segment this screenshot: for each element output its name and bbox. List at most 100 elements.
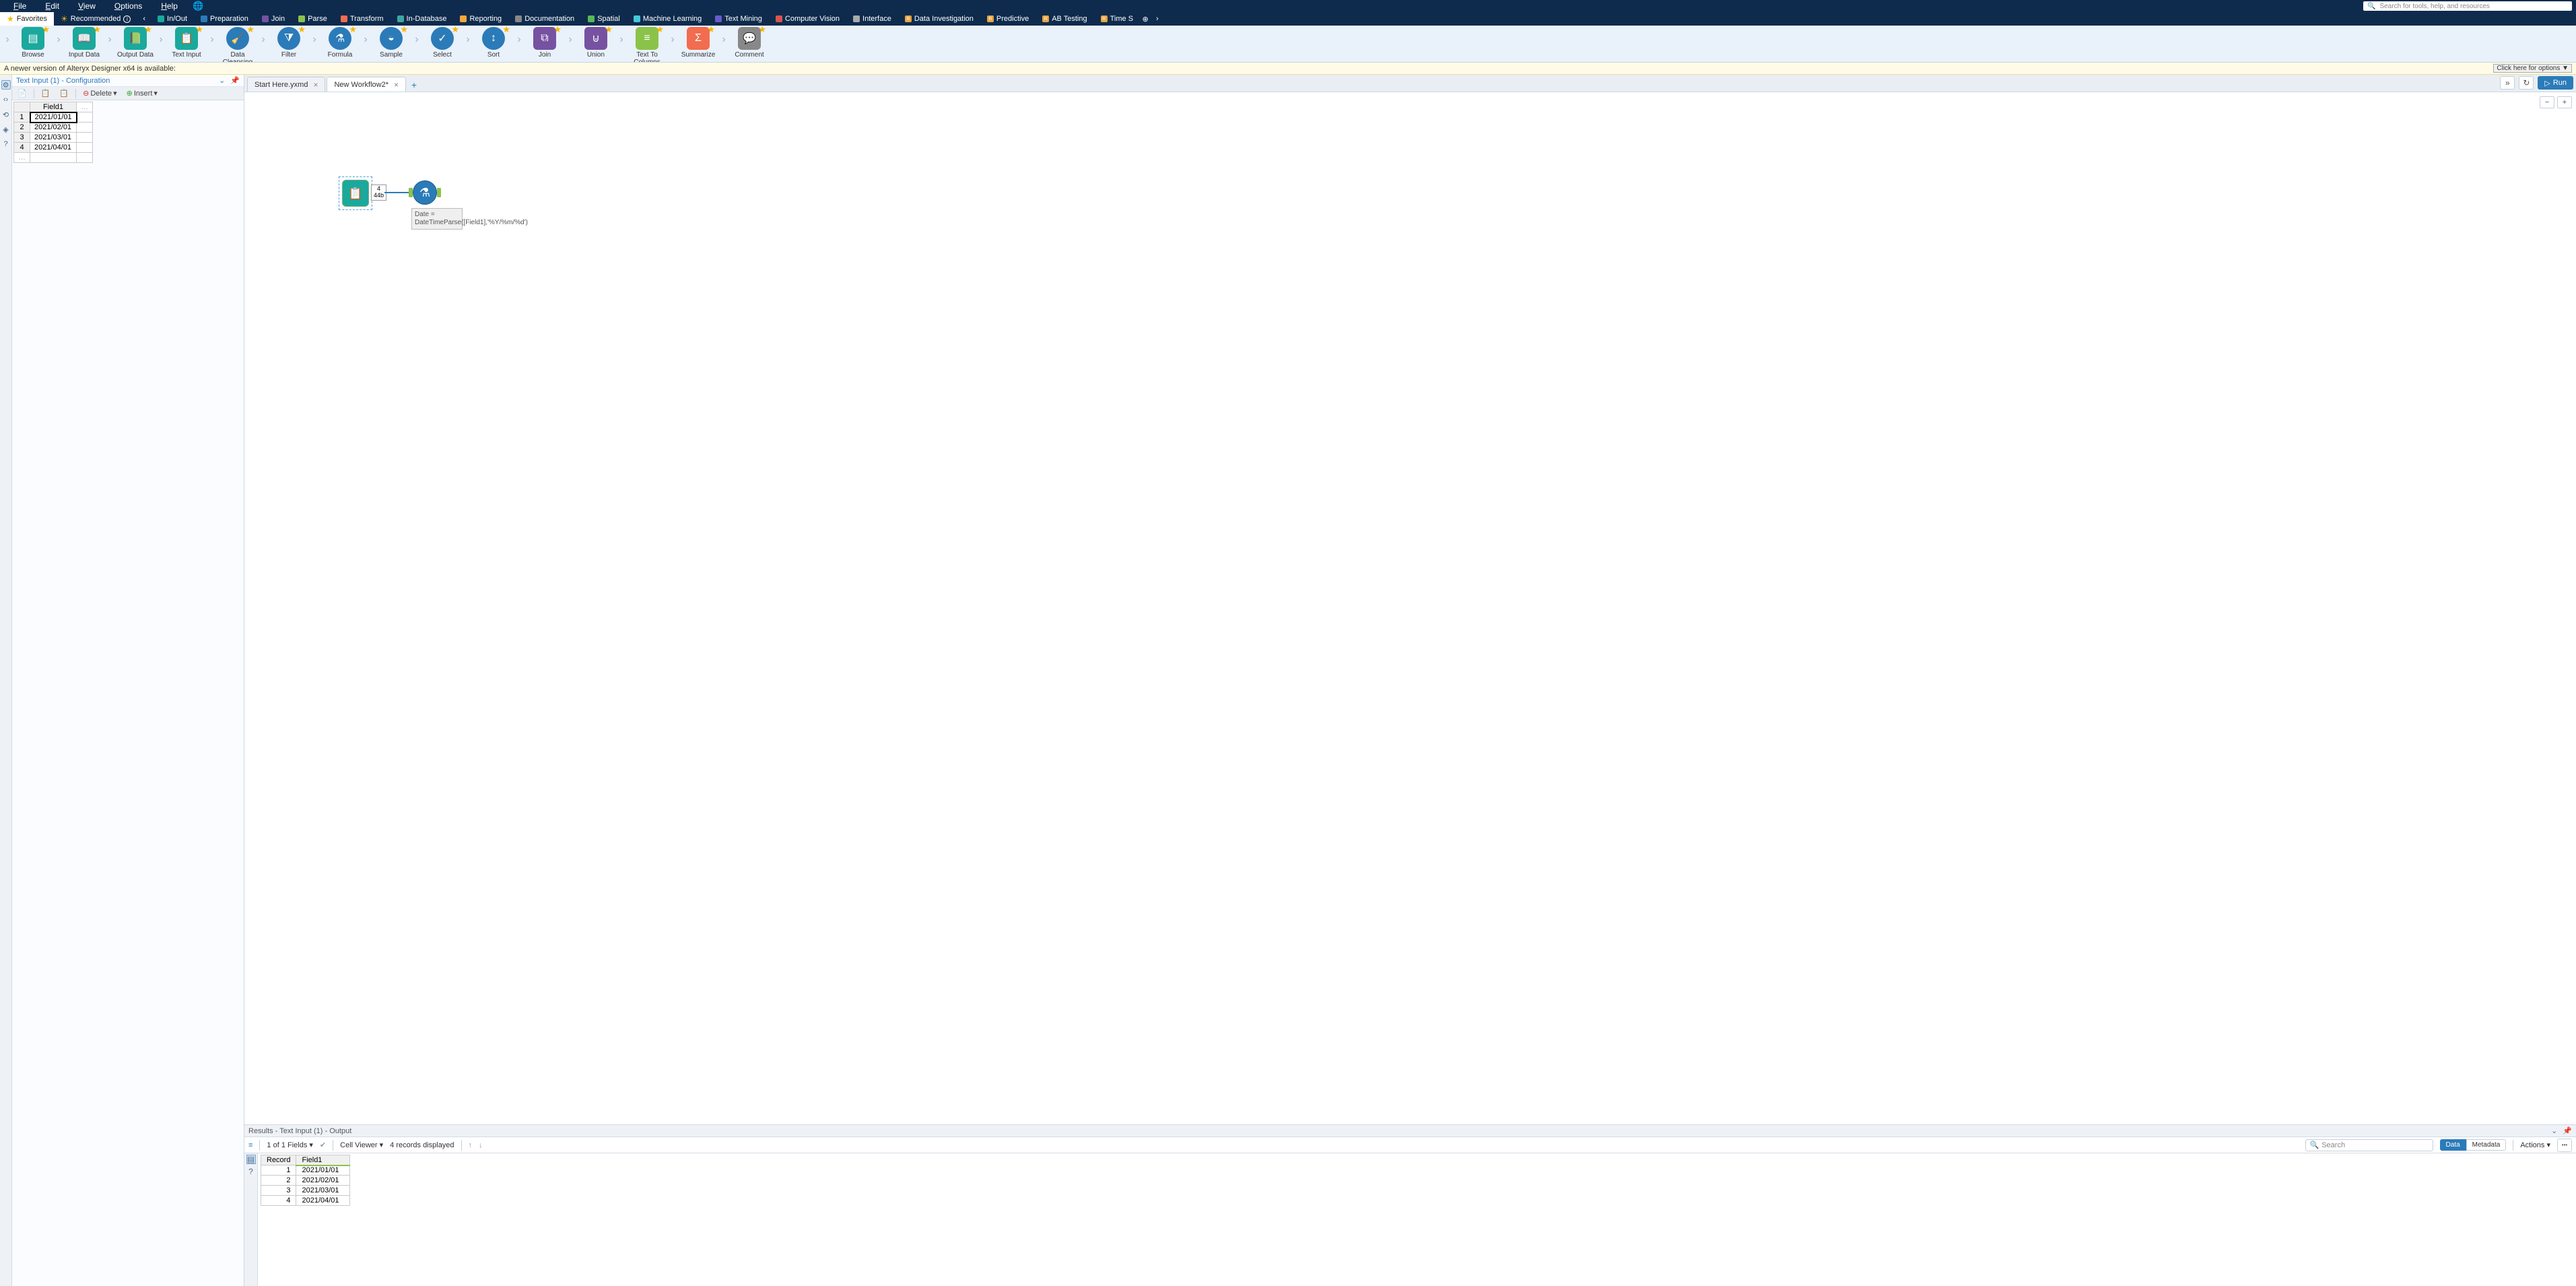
- messages-icon[interactable]: ?: [246, 1167, 256, 1176]
- arrow-up-icon[interactable]: ↑: [469, 1141, 473, 1149]
- cat-parse[interactable]: Parse: [292, 12, 334, 26]
- cat-machine-learning[interactable]: Machine Learning: [627, 12, 708, 26]
- tool-output-data[interactable]: 📗★Output Data: [114, 27, 156, 59]
- delete-button[interactable]: ⊖ Delete ▾: [80, 89, 120, 98]
- cat-recommended[interactable]: ☀Recommendedi: [54, 12, 137, 26]
- workflow-canvas[interactable]: − + 📋 4 44b ⚗ Dat: [244, 92, 2576, 1124]
- cat-time-s[interactable]: RTime S: [1094, 12, 1140, 26]
- options-icon[interactable]: •••: [2557, 1139, 2572, 1152]
- chev-left-icon[interactable]: ‹: [137, 15, 151, 23]
- paste-icon[interactable]: 📋: [57, 89, 71, 98]
- cat-computer-vision[interactable]: Computer Vision: [769, 12, 846, 26]
- overflow-icon[interactable]: »: [2500, 76, 2515, 90]
- collapse-icon[interactable]: ⌄: [219, 76, 225, 85]
- cell-3[interactable]: 2021/03/01: [30, 133, 77, 143]
- pin-icon[interactable]: 📌: [2563, 1126, 2572, 1135]
- results-title: Results - Text Input (1) - Output: [248, 1127, 351, 1135]
- cat-predictive[interactable]: RPredictive: [980, 12, 1036, 26]
- run-button[interactable]: ▷ Run: [2538, 76, 2573, 90]
- globe-icon[interactable]: 🌐: [193, 1, 203, 11]
- cat-add-icon[interactable]: ⊕: [1140, 15, 1151, 24]
- close-icon[interactable]: ×: [394, 80, 399, 90]
- copy-icon[interactable]: 📋: [38, 89, 53, 98]
- close-icon[interactable]: ×: [313, 80, 318, 90]
- tool-formula[interactable]: ⚗★Formula: [319, 27, 361, 59]
- cat-data-investigation[interactable]: RData Investigation: [898, 12, 980, 26]
- chev-right-icon[interactable]: ›: [1151, 15, 1164, 23]
- table-view-icon[interactable]: ▤: [246, 1155, 256, 1164]
- cat-interface[interactable]: Interface: [846, 12, 898, 26]
- config-data-grid[interactable]: Field1… 12021/01/01 22021/02/01 32021/03…: [12, 100, 244, 164]
- cat-preparation[interactable]: Preparation: [194, 12, 255, 26]
- cell-viewer-dropdown[interactable]: Cell Viewer ▾: [340, 1141, 383, 1149]
- cat-favorites[interactable]: ★Favorites: [0, 12, 54, 26]
- results-search[interactable]: 🔍 Search: [2305, 1139, 2433, 1151]
- nav-icon[interactable]: ⟲: [1, 110, 11, 119]
- node-text-input[interactable]: 📋: [339, 176, 372, 210]
- config-sidebar-strip: ⚙ ‹› ⟲ ◈ ?: [0, 75, 12, 1286]
- check-icon[interactable]: ✔: [320, 1141, 326, 1149]
- arrow-down-icon[interactable]: ↓: [479, 1141, 483, 1149]
- cat-transform[interactable]: Transform: [334, 12, 391, 26]
- tag-icon[interactable]: ◈: [1, 125, 11, 134]
- tool-browse[interactable]: ▤★Browse: [12, 27, 54, 59]
- results-grid[interactable]: Record Field1 12021/01/0122021/02/013202…: [258, 1153, 353, 1286]
- toggle-data[interactable]: Data: [2440, 1139, 2466, 1151]
- pin-icon[interactable]: 📌: [230, 76, 240, 85]
- cat-reporting[interactable]: Reporting: [453, 12, 508, 26]
- workflow-tabs: Start Here.yxmd× New Workflow2*× + » ↻ ▷…: [244, 75, 2576, 92]
- tool-input-data[interactable]: 📖★Input Data: [63, 27, 105, 59]
- tab-new-workflow[interactable]: New Workflow2*×: [327, 77, 406, 92]
- tool-data-cleansing[interactable]: 🧹★Data Cleansing: [217, 27, 259, 63]
- zoom-out-button[interactable]: −: [2540, 96, 2554, 108]
- col-field1[interactable]: Field1: [296, 1155, 350, 1165]
- notification-options-button[interactable]: Click here for options ▼: [2493, 64, 2572, 73]
- cat-spatial[interactable]: Spatial: [581, 12, 627, 26]
- code-icon[interactable]: ‹›: [1, 95, 11, 104]
- col-header-field1[interactable]: Field1: [30, 102, 77, 112]
- cell-1[interactable]: 2021/01/01: [30, 112, 77, 123]
- tool-sort[interactable]: ↕★Sort: [473, 27, 514, 59]
- tool-union[interactable]: ⊍★Union: [575, 27, 617, 59]
- zoom-in-button[interactable]: +: [2557, 96, 2572, 108]
- tool-text-input[interactable]: 📋★Text Input: [166, 27, 207, 59]
- results-toolbar: ≡ 1 of 1 Fields ▾ ✔ Cell Viewer ▾ 4 reco…: [244, 1137, 2576, 1153]
- history-icon[interactable]: ↻: [2519, 76, 2534, 90]
- col-record[interactable]: Record: [261, 1155, 296, 1165]
- gear-icon[interactable]: ⚙: [1, 80, 11, 90]
- menu-help[interactable]: Help: [151, 1, 187, 11]
- actions-dropdown[interactable]: Actions ▾: [2520, 1141, 2550, 1149]
- results-panel: Results - Text Input (1) - Output ⌄ 📌 ≡ 1…: [244, 1124, 2576, 1286]
- menu-edit[interactable]: Edit: [36, 1, 69, 11]
- cat-text-mining[interactable]: Text Mining: [708, 12, 769, 26]
- fields-dropdown[interactable]: 1 of 1 Fields ▾: [267, 1141, 313, 1149]
- menu-file[interactable]: File: [4, 1, 36, 11]
- cat-in-database[interactable]: In-Database: [391, 12, 454, 26]
- cat-join[interactable]: Join: [255, 12, 292, 26]
- global-search[interactable]: 🔍 Search for tools, help, and resources: [2363, 1, 2572, 11]
- toggle-metadata[interactable]: Metadata: [2466, 1139, 2507, 1151]
- tool-select[interactable]: ✓★Select: [421, 27, 463, 59]
- tool-join[interactable]: ⧉★Join: [524, 27, 566, 59]
- tab-start-here[interactable]: Start Here.yxmd×: [247, 77, 325, 92]
- cat-in-out[interactable]: In/Out: [151, 12, 194, 26]
- hamburger-icon[interactable]: ≡: [248, 1141, 252, 1149]
- add-tab-button[interactable]: +: [407, 78, 421, 92]
- tool-filter[interactable]: ⧩★Filter: [268, 27, 310, 59]
- cell-2[interactable]: 2021/02/01: [30, 123, 77, 133]
- cat-documentation[interactable]: Documentation: [508, 12, 581, 26]
- collapse-icon[interactable]: ⌄: [2551, 1126, 2557, 1135]
- tool-comment[interactable]: 💬★Comment: [728, 27, 770, 59]
- help-icon[interactable]: ?: [1, 139, 11, 149]
- menu-view[interactable]: View: [69, 1, 105, 11]
- insert-button[interactable]: ⊕ Insert ▾: [124, 89, 160, 98]
- tool-sample[interactable]: ◒★Sample: [370, 27, 412, 59]
- import-icon[interactable]: 📄: [15, 89, 30, 98]
- cell-4[interactable]: 2021/04/01: [30, 143, 77, 153]
- tool-summarize[interactable]: Σ★Summarize: [677, 27, 719, 59]
- tool-text-to-columns[interactable]: ≡★Text To Columns: [626, 27, 668, 63]
- menu-options[interactable]: Options: [105, 1, 151, 11]
- cat-ab-testing[interactable]: RAB Testing: [1036, 12, 1093, 26]
- category-bar: ★Favorites ☀Recommendedi ‹ In/OutPrepara…: [0, 12, 2576, 26]
- node-formula[interactable]: ⚗: [413, 180, 437, 205]
